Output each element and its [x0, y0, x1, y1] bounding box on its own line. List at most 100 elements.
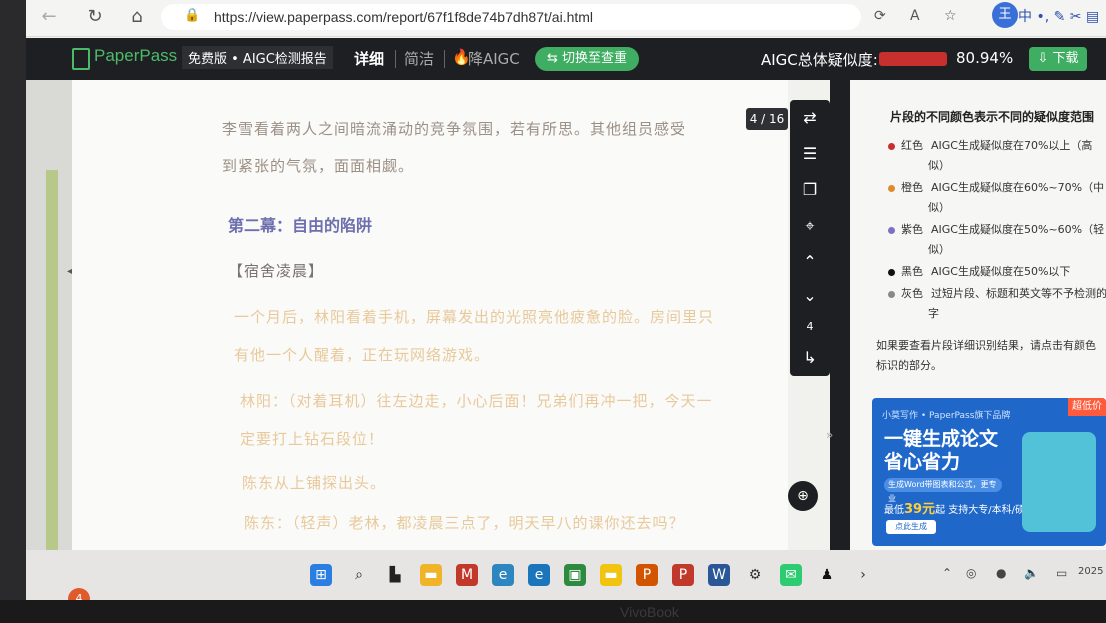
document-view: 李雪看着两人之间暗流涌动的竞争氛围，若有所思。其他组员感受 到紧张的气氛，面面相…: [72, 80, 788, 600]
legend-item-black: 黑色 AIGC生成疑似度在50%以下: [888, 262, 1106, 282]
chevron-down-icon[interactable]: ⌄: [790, 286, 830, 305]
chevron-up-icon[interactable]: ⌃: [790, 252, 830, 271]
legend-title: 片段的不同颜色表示不同的疑似度范围: [890, 110, 1095, 124]
powerpoint-icon[interactable]: P: [636, 564, 658, 586]
tray-volume-icon[interactable]: 🔈: [1024, 566, 1039, 580]
promo-cta-button[interactable]: 点此生成: [886, 520, 936, 534]
tab-divider: [444, 50, 445, 68]
clock-year[interactable]: 2025: [1078, 566, 1103, 577]
switch-to-plagiarism-button[interactable]: ⇆ 切换至查重: [535, 47, 639, 71]
taskbar: ⊞ ⌕ ▙ ▬ M e e ▣ ▬ P P W ⚙ ✉ ♟ › ⌃ ◎ ● 🔈 …: [26, 550, 1106, 600]
legend-item-gray: 灰色 过短片段、标题和英文等不予检测的字: [888, 284, 1106, 324]
ie-browser-icon[interactable]: e: [492, 564, 514, 586]
promo-badge: 超低价: [1068, 398, 1106, 416]
promo-banner[interactable]: 小莫写作 • PaperPass旗下品牌 超低价 一键生成论文 省心省力 生成Wo…: [872, 398, 1106, 546]
tray-app-icon[interactable]: ●: [996, 566, 1006, 580]
paragraph-line[interactable]: 林阳：（对着耳机）往左边走，小心后面！兄弟们再冲一把，今天一: [240, 390, 713, 411]
folder-icon[interactable]: ▬: [600, 564, 622, 586]
lock-icon[interactable]: 🔒: [184, 8, 200, 23]
paragraph-line[interactable]: 李雪看着两人之间暗流涌动的竞争氛围，若有所思。其他组员感受: [222, 118, 686, 139]
legend-color-name: 红色: [901, 139, 923, 152]
jump-icon[interactable]: ↳: [790, 348, 830, 367]
legend-color-name: 灰色: [901, 287, 923, 300]
aigc-score-label: AIGC总体疑似度:: [761, 51, 878, 69]
download-button[interactable]: ⇩ 下载: [1029, 47, 1087, 71]
tray-battery-icon[interactable]: ▭: [1056, 566, 1067, 580]
laptop-brand: VivoBook: [620, 604, 679, 620]
similarity-overview-bar[interactable]: [46, 170, 58, 600]
black-dot-icon: [888, 268, 895, 276]
tray-network-icon[interactable]: ◎: [966, 566, 976, 580]
edge-browser-icon[interactable]: e: [528, 564, 550, 586]
act-title: 第二幕：自由的陷阱: [228, 216, 373, 235]
profile-avatar[interactable]: 王: [992, 2, 1018, 28]
legend-desc-cont: 似）: [928, 243, 950, 256]
favorite-star-icon[interactable]: ☆: [944, 8, 957, 24]
mail-icon[interactable]: M: [456, 564, 478, 586]
back-arrow-icon[interactable]: ←: [38, 6, 60, 28]
switch-button-label: 切换至查重: [562, 51, 628, 66]
aigc-score-bar: [879, 52, 947, 66]
legend-desc: AIGC生成疑似度在50%~60%（轻: [931, 223, 1105, 236]
more-apps-icon[interactable]: ›: [852, 564, 874, 586]
paragraph-line[interactable]: 定要打上钻石段位！: [240, 428, 384, 449]
left-outline-strip: ◀: [26, 80, 75, 600]
search-icon[interactable]: ⌕: [348, 564, 370, 586]
toolbar-page-number: 4: [806, 320, 814, 333]
photos-icon[interactable]: ▣: [564, 564, 586, 586]
legend-hint: 如果要查看片段详细识别结果，请点击有颜色标识的部分。: [876, 339, 1096, 372]
tab-reduce-aigc[interactable]: 降AIGC: [468, 48, 520, 69]
paragraph-line[interactable]: 一个月后，林阳看着手机，屏幕发出的光照亮他疲惫的脸。房间里只: [234, 306, 714, 327]
legend-desc: AIGC生成疑似度在60%~70%（中: [931, 181, 1105, 194]
zoom-icon[interactable]: ⊕: [788, 481, 818, 511]
settings-gear-icon[interactable]: ⚙: [744, 564, 766, 586]
promo-headline: 一键生成论文 省心省力: [884, 428, 998, 474]
task-view-icon[interactable]: ▙: [384, 564, 406, 586]
list-icon[interactable]: ☰: [790, 144, 830, 163]
paragraph-line[interactable]: 陈东：（轻声）老林，都凌晨三点了，明天早八的课你还去吗？: [244, 512, 685, 533]
paragraph-line[interactable]: 到紧张的气氛，面面相觑。: [222, 155, 414, 176]
promo-price: 最低39元起 支持大专/本科/硕士: [884, 498, 1035, 517]
edition-label: 免费版 • AIGC检测报告: [182, 46, 333, 69]
aigc-score-value: 80.94%: [956, 49, 1014, 67]
paragraph-line[interactable]: 陈东从上铺探出头。: [242, 472, 386, 493]
tab-simple[interactable]: 简洁: [404, 48, 434, 69]
monitor: ← ↻ ⌂ 🔒 https://view.paperpass.com/repor…: [0, 0, 1106, 623]
collapse-panel-icon[interactable]: »: [826, 428, 833, 442]
url-text[interactable]: https://view.paperpass.com/report/67f1f8…: [214, 9, 593, 25]
legend-desc-cont: 字: [928, 307, 939, 320]
legend-color-name: 橙色: [901, 181, 923, 194]
read-aloud-icon[interactable]: A: [910, 8, 920, 24]
legend-desc: AIGC生成疑似度在50%以下: [931, 265, 1071, 278]
gray-dot-icon: [888, 290, 895, 298]
paragraph-line[interactable]: 有他一个人醒着，正在玩网络游戏。: [234, 344, 490, 365]
app-header: PaperPass 免费版 • AIGC检测报告 详细 简洁 🔥 降AIGC ⇆…: [26, 38, 1106, 80]
file-explorer-icon[interactable]: ▬: [420, 564, 442, 586]
locate-icon[interactable]: ⌖: [790, 216, 830, 236]
copy-icon[interactable]: ❐: [790, 180, 830, 199]
legend-item-purple: 紫色 AIGC生成疑似度在50%~60%（轻 似）: [888, 220, 1106, 260]
reader-icon[interactable]: ⟳: [874, 8, 886, 24]
pdf-icon[interactable]: P: [672, 564, 694, 586]
qq-icon[interactable]: ♟: [816, 564, 838, 586]
start-icon[interactable]: ⊞: [310, 564, 332, 586]
ime-label: 中: [1018, 9, 1032, 25]
legend-item-red: 红色 AIGC生成疑似度在70%以上（高 似）: [888, 136, 1106, 176]
wechat-icon[interactable]: ✉: [780, 564, 802, 586]
tab-detail[interactable]: 详细: [354, 48, 384, 69]
legend-color-name: 紫色: [901, 223, 923, 236]
tray-chevron-icon[interactable]: ⌃: [942, 566, 952, 580]
promo-price-prefix: 最低: [884, 505, 904, 516]
reload-icon[interactable]: ↻: [84, 6, 106, 28]
ime-indicator[interactable]: 中 •, ✎ ✂ ▤: [1018, 4, 1099, 30]
legend-item-orange: 橙色 AIGC生成疑似度在60%~70%（中 似）: [888, 178, 1106, 218]
swap-icon[interactable]: ⇄: [790, 108, 830, 127]
promo-chip: 生成Word带图表和公式，更专业: [884, 478, 1002, 503]
promo-price-suffix: 起 支持大专/本科/硕士: [935, 505, 1036, 516]
promo-brand: 小莫写作 • PaperPass旗下品牌: [882, 411, 1011, 421]
home-icon[interactable]: ⌂: [126, 6, 148, 28]
promo-headline-1: 一键生成论文: [884, 428, 999, 450]
legend-desc: AIGC生成疑似度在70%以上（高: [931, 139, 1093, 152]
word-icon[interactable]: W: [708, 564, 730, 586]
legend-desc: 过短片段、标题和英文等不予检测的: [931, 287, 1106, 300]
